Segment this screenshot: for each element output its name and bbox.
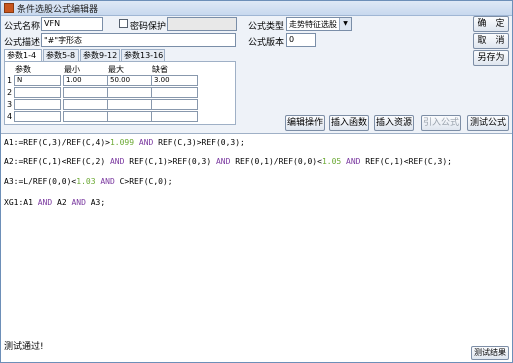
param-default-cell[interactable] <box>151 87 198 98</box>
param-name-cell[interactable]: N <box>14 75 61 86</box>
formula-desc-label: 公式描述 <box>4 38 41 48</box>
code-keyword: AND <box>32 198 57 207</box>
code-text: A3; <box>90 198 106 207</box>
code-text: A2 <box>57 198 67 207</box>
formula-editor-window: 条件选股公式编辑器 公式名称 VFN 密码保护 公式类型 走势特征选股 ▼ 公式… <box>0 0 513 363</box>
code-keyword: AND <box>66 198 91 207</box>
code-text: REF(0,1)/REF(0,0)< <box>235 157 322 166</box>
formula-type-label: 公式类型 <box>248 22 285 32</box>
formula-name-input[interactable]: VFN <box>41 17 103 31</box>
param-grid: 参数 最小 最大 缺省 1 N 1.00 50.00 3.00 2 3 4 <box>4 61 236 125</box>
row-number: 3 <box>7 100 13 109</box>
code-number: 1.03 <box>76 177 96 186</box>
test-formula-button[interactable]: 测试公式 <box>467 115 509 131</box>
code-text: A1:=REF(C,3)/REF(C,4)> <box>4 138 110 147</box>
chevron-down-icon[interactable]: ▼ <box>339 18 351 30</box>
password-input[interactable] <box>167 17 237 31</box>
code-text: REF(C,1)>REF(0,3) <box>129 157 212 166</box>
formula-version-input[interactable]: 0 <box>286 33 316 47</box>
code-text: REF(C,1)<REF(C,3); <box>365 157 452 166</box>
param-name-cell[interactable] <box>14 111 61 122</box>
param-name-cell[interactable] <box>14 87 61 98</box>
param-min-cell[interactable] <box>63 99 110 110</box>
code-keyword: AND <box>211 157 236 166</box>
header-default: 缺省 <box>152 65 168 74</box>
code-keyword: AND <box>105 157 130 166</box>
param-min-cell[interactable] <box>63 111 110 122</box>
save-as-button[interactable]: 另存为 <box>473 50 509 66</box>
code-keyword: AND <box>95 177 120 186</box>
tab-params-9-12[interactable]: 参数9-12 <box>80 49 120 61</box>
password-protect-label: 密码保护 <box>130 22 167 32</box>
param-name-cell[interactable] <box>14 99 61 110</box>
test-status-message: 测试通过! <box>4 342 44 352</box>
code-text: C>REF(C,0); <box>119 177 173 186</box>
formula-editor-icon <box>4 3 14 13</box>
param-max-cell[interactable] <box>107 99 154 110</box>
param-default-cell[interactable] <box>151 99 198 110</box>
param-max-cell[interactable]: 50.00 <box>107 75 154 86</box>
formula-desc-input[interactable]: "#"字形态 <box>41 33 236 47</box>
code-line-1: A1:=REF(C,3)/REF(C,4)>1.099 AND REF(C,3)… <box>4 138 245 147</box>
insert-function-button[interactable]: 插入函数 <box>329 115 369 131</box>
test-result-button[interactable]: 测试结果 <box>471 346 509 360</box>
test-result-panel: 测试通过! 测试结果 <box>1 336 512 362</box>
code-number: 1.05 <box>321 157 342 166</box>
param-max-cell[interactable] <box>107 111 154 122</box>
formula-type-value: 走势特征选股 <box>289 20 337 29</box>
param-default-cell[interactable]: 3.00 <box>151 75 198 86</box>
param-default-cell[interactable] <box>151 111 198 122</box>
edit-operation-button[interactable]: 编辑操作 <box>285 115 325 131</box>
code-text: A2:=REF(C,1)<REF(C,2) <box>4 157 106 166</box>
code-text: XG1:A1 <box>4 198 33 207</box>
code-line-4: XG1:A1 AND A2 AND A3; <box>4 198 105 207</box>
insert-resource-button[interactable]: 插入资源 <box>374 115 414 131</box>
header-min: 最小 <box>64 65 80 74</box>
param-min-cell[interactable] <box>63 87 110 98</box>
code-number: 1.099 <box>109 138 135 147</box>
row-number: 4 <box>7 112 13 121</box>
header-max: 最大 <box>108 65 124 74</box>
formula-code-editor[interactable]: A1:=REF(C,3)/REF(C,4)>1.099 AND REF(C,3)… <box>1 133 512 337</box>
formula-version-label: 公式版本 <box>248 38 285 48</box>
formula-name-label: 公式名称 <box>4 22 41 32</box>
formula-type-select[interactable]: 走势特征选股 ▼ <box>286 17 352 31</box>
header-param: 参数 <box>15 65 31 74</box>
row-number: 2 <box>7 88 13 97</box>
import-formula-button[interactable]: 引入公式 <box>421 115 461 131</box>
code-line-3: A3:=L/REF(0,0)<1.03 AND C>REF(C,0); <box>4 177 173 186</box>
code-text: A3:=L/REF(0,0)< <box>4 177 77 186</box>
row-number: 1 <box>7 76 13 85</box>
tab-params-5-8[interactable]: 参数5-8 <box>43 49 79 61</box>
ok-button[interactable]: 确 定 <box>473 16 509 32</box>
code-keyword: AND <box>134 138 159 147</box>
password-protect-checkbox[interactable] <box>119 19 128 28</box>
code-text: REF(C,3)>REF(0,3); <box>158 138 245 147</box>
param-min-cell[interactable]: 1.00 <box>63 75 110 86</box>
param-max-cell[interactable] <box>107 87 154 98</box>
code-line-2: A2:=REF(C,1)<REF(C,2) AND REF(C,1)>REF(0… <box>4 157 452 166</box>
window-title: 条件选股公式编辑器 <box>17 5 99 15</box>
tab-params-13-16[interactable]: 参数13-16 <box>121 49 165 61</box>
code-keyword: AND <box>341 157 366 166</box>
title-bar[interactable]: 条件选股公式编辑器 <box>1 1 512 16</box>
cancel-button[interactable]: 取 消 <box>473 33 509 49</box>
